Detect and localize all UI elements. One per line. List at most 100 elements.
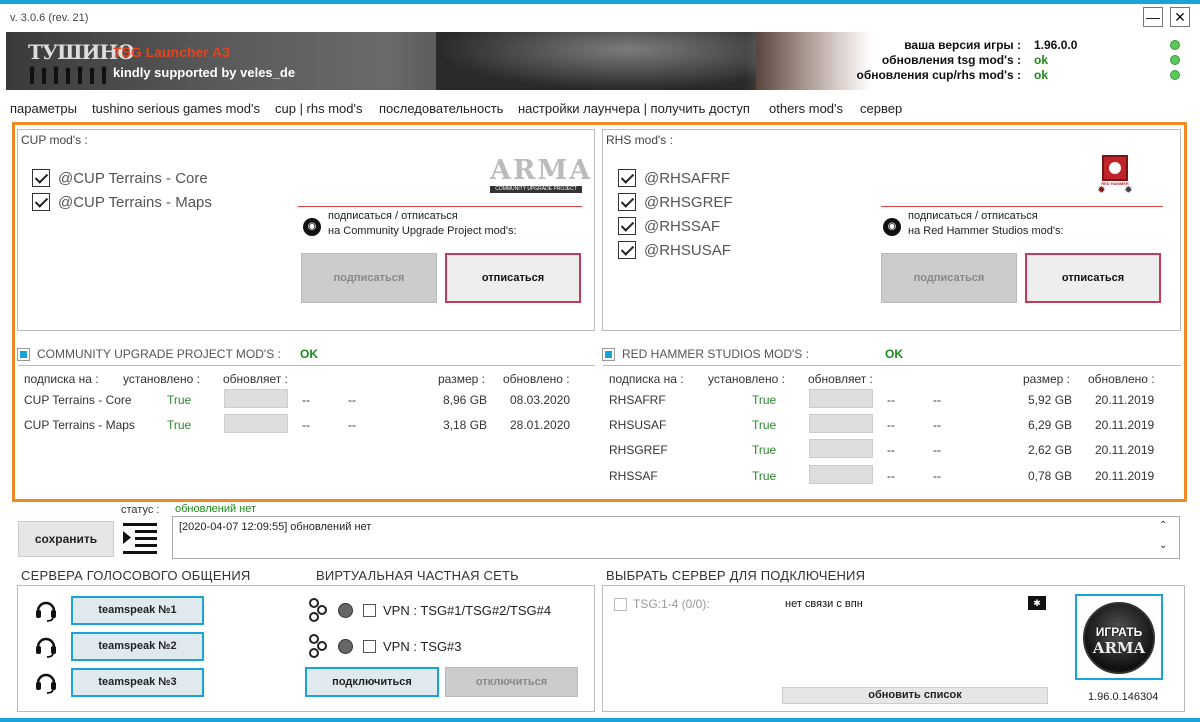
rhs-mod-afrf[interactable]: @RHSAFRF	[618, 169, 730, 187]
rhs-divider	[881, 206, 1163, 207]
scroll-up-icon[interactable]: ⌃	[1159, 520, 1167, 531]
disconnect-button[interactable]: отключиться	[445, 667, 578, 697]
log-line: [2020-04-07 12:09:55] обновлений нет	[179, 521, 372, 533]
menu-cup-rhs-mods[interactable]: cup | rhs mod's	[275, 101, 363, 116]
update-progress-bar	[224, 414, 288, 433]
vpn-link-icon	[309, 634, 327, 658]
cup-unsubscribe-button[interactable]: отписаться	[445, 253, 581, 303]
table-row-name: CUP Terrains - Maps	[24, 418, 135, 432]
status-value: обновлений нет	[175, 503, 257, 515]
checkbox-checked-icon[interactable]	[618, 241, 636, 259]
menu-server[interactable]: сервер	[860, 101, 902, 116]
table-row-name: RHSGREF	[609, 443, 668, 457]
save-button[interactable]: сохранить	[18, 521, 114, 557]
checkbox-checked-icon[interactable]	[618, 217, 636, 235]
vpn-status-dot-icon	[338, 603, 353, 618]
update-progress-bar	[809, 414, 873, 433]
table-row-d1: --	[887, 418, 895, 432]
menu-params[interactable]: параметры	[10, 101, 77, 116]
arma-logo-icon: ARMA	[1092, 639, 1146, 657]
headset-icon	[36, 673, 56, 694]
headset-icon	[36, 601, 56, 622]
table-row-name: RHSUSAF	[609, 418, 667, 432]
checkbox-checked-icon[interactable]	[618, 193, 636, 211]
rhs-panel-title: RHS mod's :	[606, 133, 673, 147]
table-row-size: 6,29 GB	[1028, 418, 1073, 432]
vpn-title: ВИРТУАЛЬНАЯ ЧАСТНАЯ СЕТЬ	[316, 568, 519, 583]
vpn-1-checkbox[interactable]	[363, 604, 376, 617]
table-row-d2: --	[933, 418, 941, 432]
rhs-section-header: RED HAMMER STUDIOS MOD'S :	[602, 347, 809, 361]
cup-rhs-updates-value: ok	[1034, 68, 1049, 82]
rhs-mod-saf[interactable]: @RHSSAF	[618, 217, 720, 235]
checkbox-checked-icon[interactable]	[618, 169, 636, 187]
section-square-icon	[602, 347, 615, 361]
checkbox-checked-icon[interactable]	[32, 169, 50, 187]
table-row-d2: --	[933, 393, 941, 407]
rhs-col-updated: обновлено :	[1088, 372, 1155, 386]
minimize-button[interactable]: —	[1143, 7, 1163, 27]
cup-table-divider	[18, 365, 595, 366]
table-row-d2: --	[933, 443, 941, 457]
cup-logo: ARMA COMMUNITY UPGRADE PROJECT	[490, 155, 593, 193]
checkbox-checked-icon[interactable]	[32, 193, 50, 211]
cup-mod-maps[interactable]: @CUP Terrains - Maps	[32, 193, 212, 211]
table-row-date: 20.11.2019	[1095, 469, 1155, 483]
update-progress-bar	[809, 465, 873, 484]
connect-button[interactable]: подключиться	[305, 667, 439, 697]
cup-col-size: размер :	[438, 372, 485, 386]
rhs-mod-usaf[interactable]: @RHSUSAF	[618, 241, 731, 259]
menu-sequence[interactable]: последовательность	[379, 101, 503, 116]
status-dot-icon	[1170, 70, 1180, 80]
rhs-col-sub: подписка на :	[609, 372, 684, 386]
server-name: TSG:1-4 (0/0):	[633, 597, 710, 611]
version-label: v. 3.0.6 (rev. 21)	[10, 12, 89, 24]
red-hammer-logo: RED HAMMER ✹ ✹	[1088, 155, 1142, 203]
update-progress-bar	[809, 389, 873, 408]
menu-others-mods[interactable]: others mod's	[769, 101, 843, 116]
cup-subscribe-button[interactable]: подписаться	[301, 253, 437, 303]
top-accent-line	[0, 0, 1200, 4]
voice-servers-title: СЕРВЕРА ГОЛОСОВОГО ОБЩЕНИЯ	[21, 568, 251, 583]
update-progress-bar	[809, 439, 873, 458]
log-textarea[interactable]: [2020-04-07 12:09:55] обновлений нет	[172, 516, 1180, 559]
table-row-d1: --	[302, 418, 310, 432]
rhs-mod-gref[interactable]: @RHSGREF	[618, 193, 733, 211]
cup-col-sub: подписка на :	[24, 372, 99, 386]
rhs-col-upd: обновляет :	[808, 372, 873, 386]
table-row-d1: --	[302, 393, 310, 407]
rhs-unsubscribe-button[interactable]: отписаться	[1025, 253, 1161, 303]
server-checkbox[interactable]	[614, 598, 627, 611]
ticket-icon[interactable]: ✱	[1028, 596, 1046, 610]
table-row-size: 3,18 GB	[443, 418, 488, 432]
cup-subscribe-line2: на Community Upgrade Project mod's:	[328, 225, 517, 237]
table-row-date: 28.01.2020	[510, 418, 571, 432]
indent-list-icon[interactable]	[123, 522, 157, 554]
menu-tsg-mods[interactable]: tushino serious games mod's	[92, 101, 260, 116]
tsg-updates-label: обновления tsg mod's :	[881, 53, 1021, 67]
play-label: ИГРАТЬ	[1095, 625, 1143, 639]
update-progress-bar	[224, 389, 288, 408]
scroll-down-icon[interactable]: ⌄	[1159, 540, 1167, 551]
server-select-title: ВЫБРАТЬ СЕРВЕР ДЛЯ ПОДКЛЮЧЕНИЯ	[606, 568, 866, 583]
table-row-installed: True	[752, 443, 777, 457]
table-row-installed: True	[752, 469, 777, 483]
table-row-d1: --	[887, 443, 895, 457]
launcher-subtitle: kindly supported by veles_de	[113, 65, 296, 80]
rhs-subscribe-button[interactable]: подписаться	[881, 253, 1017, 303]
teamspeak-1-button[interactable]: teamspeak №1	[71, 596, 204, 625]
cup-divider	[298, 206, 582, 207]
teamspeak-2-button[interactable]: teamspeak №2	[71, 632, 204, 661]
cup-rhs-updates-label: обновления cup/rhs mod's :	[856, 68, 1021, 82]
teamspeak-3-button[interactable]: teamspeak №3	[71, 668, 204, 697]
play-button[interactable]: ИГРАТЬ ARMA	[1075, 594, 1163, 680]
close-button[interactable]: ✕	[1170, 7, 1190, 27]
banner: ТУШИНО TSG Launcher A3 kindly supported …	[6, 32, 1194, 90]
game-build-version: 1.96.0.146304	[1088, 691, 1159, 703]
status-label: статус :	[121, 504, 160, 516]
cup-mod-core[interactable]: @CUP Terrains - Core	[32, 169, 208, 187]
cup-col-inst: установлено :	[123, 372, 200, 386]
menu-launcher-settings[interactable]: настройки лаунчера | получить доступ	[518, 101, 750, 116]
refresh-list-button[interactable]: обновить список	[782, 687, 1048, 704]
vpn-2-checkbox[interactable]	[363, 640, 376, 653]
